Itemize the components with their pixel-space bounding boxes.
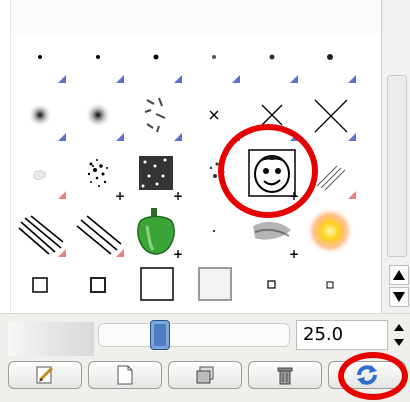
brush-square-tiny2[interactable] <box>303 258 357 312</box>
brush-square-lg[interactable] <box>129 258 183 312</box>
brush-spray-a[interactable]: + <box>71 146 125 203</box>
pencil-icon <box>36 366 54 384</box>
brush-corner-marker <box>174 133 182 141</box>
spin-down-icon[interactable] <box>394 339 404 346</box>
new-brush-button[interactable] <box>88 361 162 389</box>
brush-plus-marker: + <box>114 189 125 203</box>
spacing-preview <box>8 322 94 356</box>
brush-grid: + + + + + <box>10 0 382 313</box>
brush-small-dot[interactable] <box>129 30 183 84</box>
brush-square-sm[interactable] <box>13 258 67 312</box>
brush-x-small[interactable] <box>187 88 241 142</box>
brush-square-fuzzy[interactable] <box>187 258 241 312</box>
spacing-slider-thumb[interactable] <box>150 320 170 350</box>
edit-brush-button[interactable] <box>8 361 82 389</box>
brush-small-dot[interactable] <box>187 30 241 84</box>
brush-scatter[interactable] <box>129 88 183 142</box>
brush-pepper[interactable]: + <box>129 204 183 260</box>
brush-corner-marker <box>116 249 124 257</box>
brush-dot[interactable] <box>187 204 241 258</box>
spin-up-icon[interactable] <box>394 324 404 331</box>
brush-corner-marker <box>348 191 356 199</box>
brush-blur-dot[interactable] <box>71 88 125 142</box>
brush-corner-marker <box>348 133 356 141</box>
brush-spray-b[interactable]: + <box>129 146 183 203</box>
brush-corner-marker <box>232 75 240 83</box>
scrollbar-thumb[interactable] <box>387 75 407 257</box>
brush-corner-marker <box>116 75 124 83</box>
brush-small-dot[interactable] <box>71 30 125 84</box>
duplicate-icon <box>196 366 214 384</box>
arrow-down-icon <box>393 292 405 302</box>
brush-lines-a[interactable] <box>13 204 67 258</box>
brush-corner-marker <box>116 133 124 141</box>
brush-blur-dot[interactable] <box>13 88 67 142</box>
brush-plus-marker: + <box>172 189 183 203</box>
brush-corner-marker <box>58 133 66 141</box>
brush-grid-top-row <box>11 0 382 34</box>
brush-lines-b[interactable] <box>71 204 125 258</box>
brush-corner-marker <box>348 75 356 83</box>
annotation-circle-refresh <box>338 352 408 400</box>
brush-corner-marker <box>174 75 182 83</box>
spacing-slider[interactable] <box>98 323 290 347</box>
duplicate-brush-button[interactable] <box>168 361 242 389</box>
brush-smudge[interactable] <box>13 146 67 200</box>
brush-corner-marker <box>58 191 66 199</box>
spacing-spin-arrows[interactable] <box>390 320 408 350</box>
brush-square-tiny[interactable] <box>245 258 299 312</box>
trash-icon <box>277 367 293 385</box>
brush-small-dot[interactable] <box>245 30 299 84</box>
brush-small-dot[interactable] <box>303 30 357 84</box>
spacing-spinbox[interactable]: 25.0 <box>296 320 388 350</box>
brush-square-sm2[interactable] <box>71 258 125 312</box>
brush-sun[interactable] <box>303 204 357 258</box>
scroll-down-button[interactable] <box>389 287 409 307</box>
annotation-circle-face-brush <box>218 124 318 218</box>
brush-corner-marker <box>58 75 66 83</box>
new-document-icon <box>117 365 133 385</box>
brush-x-large[interactable] <box>303 88 357 142</box>
arrow-up-icon <box>393 270 405 280</box>
scroll-up-button[interactable] <box>389 265 409 285</box>
brush-corner-marker <box>290 75 298 83</box>
brush-corner-marker <box>58 249 66 257</box>
brushes-dialog: + + + + + 25.0 <box>0 0 410 402</box>
brush-small-dot[interactable] <box>13 30 67 84</box>
delete-brush-button[interactable] <box>248 361 322 389</box>
